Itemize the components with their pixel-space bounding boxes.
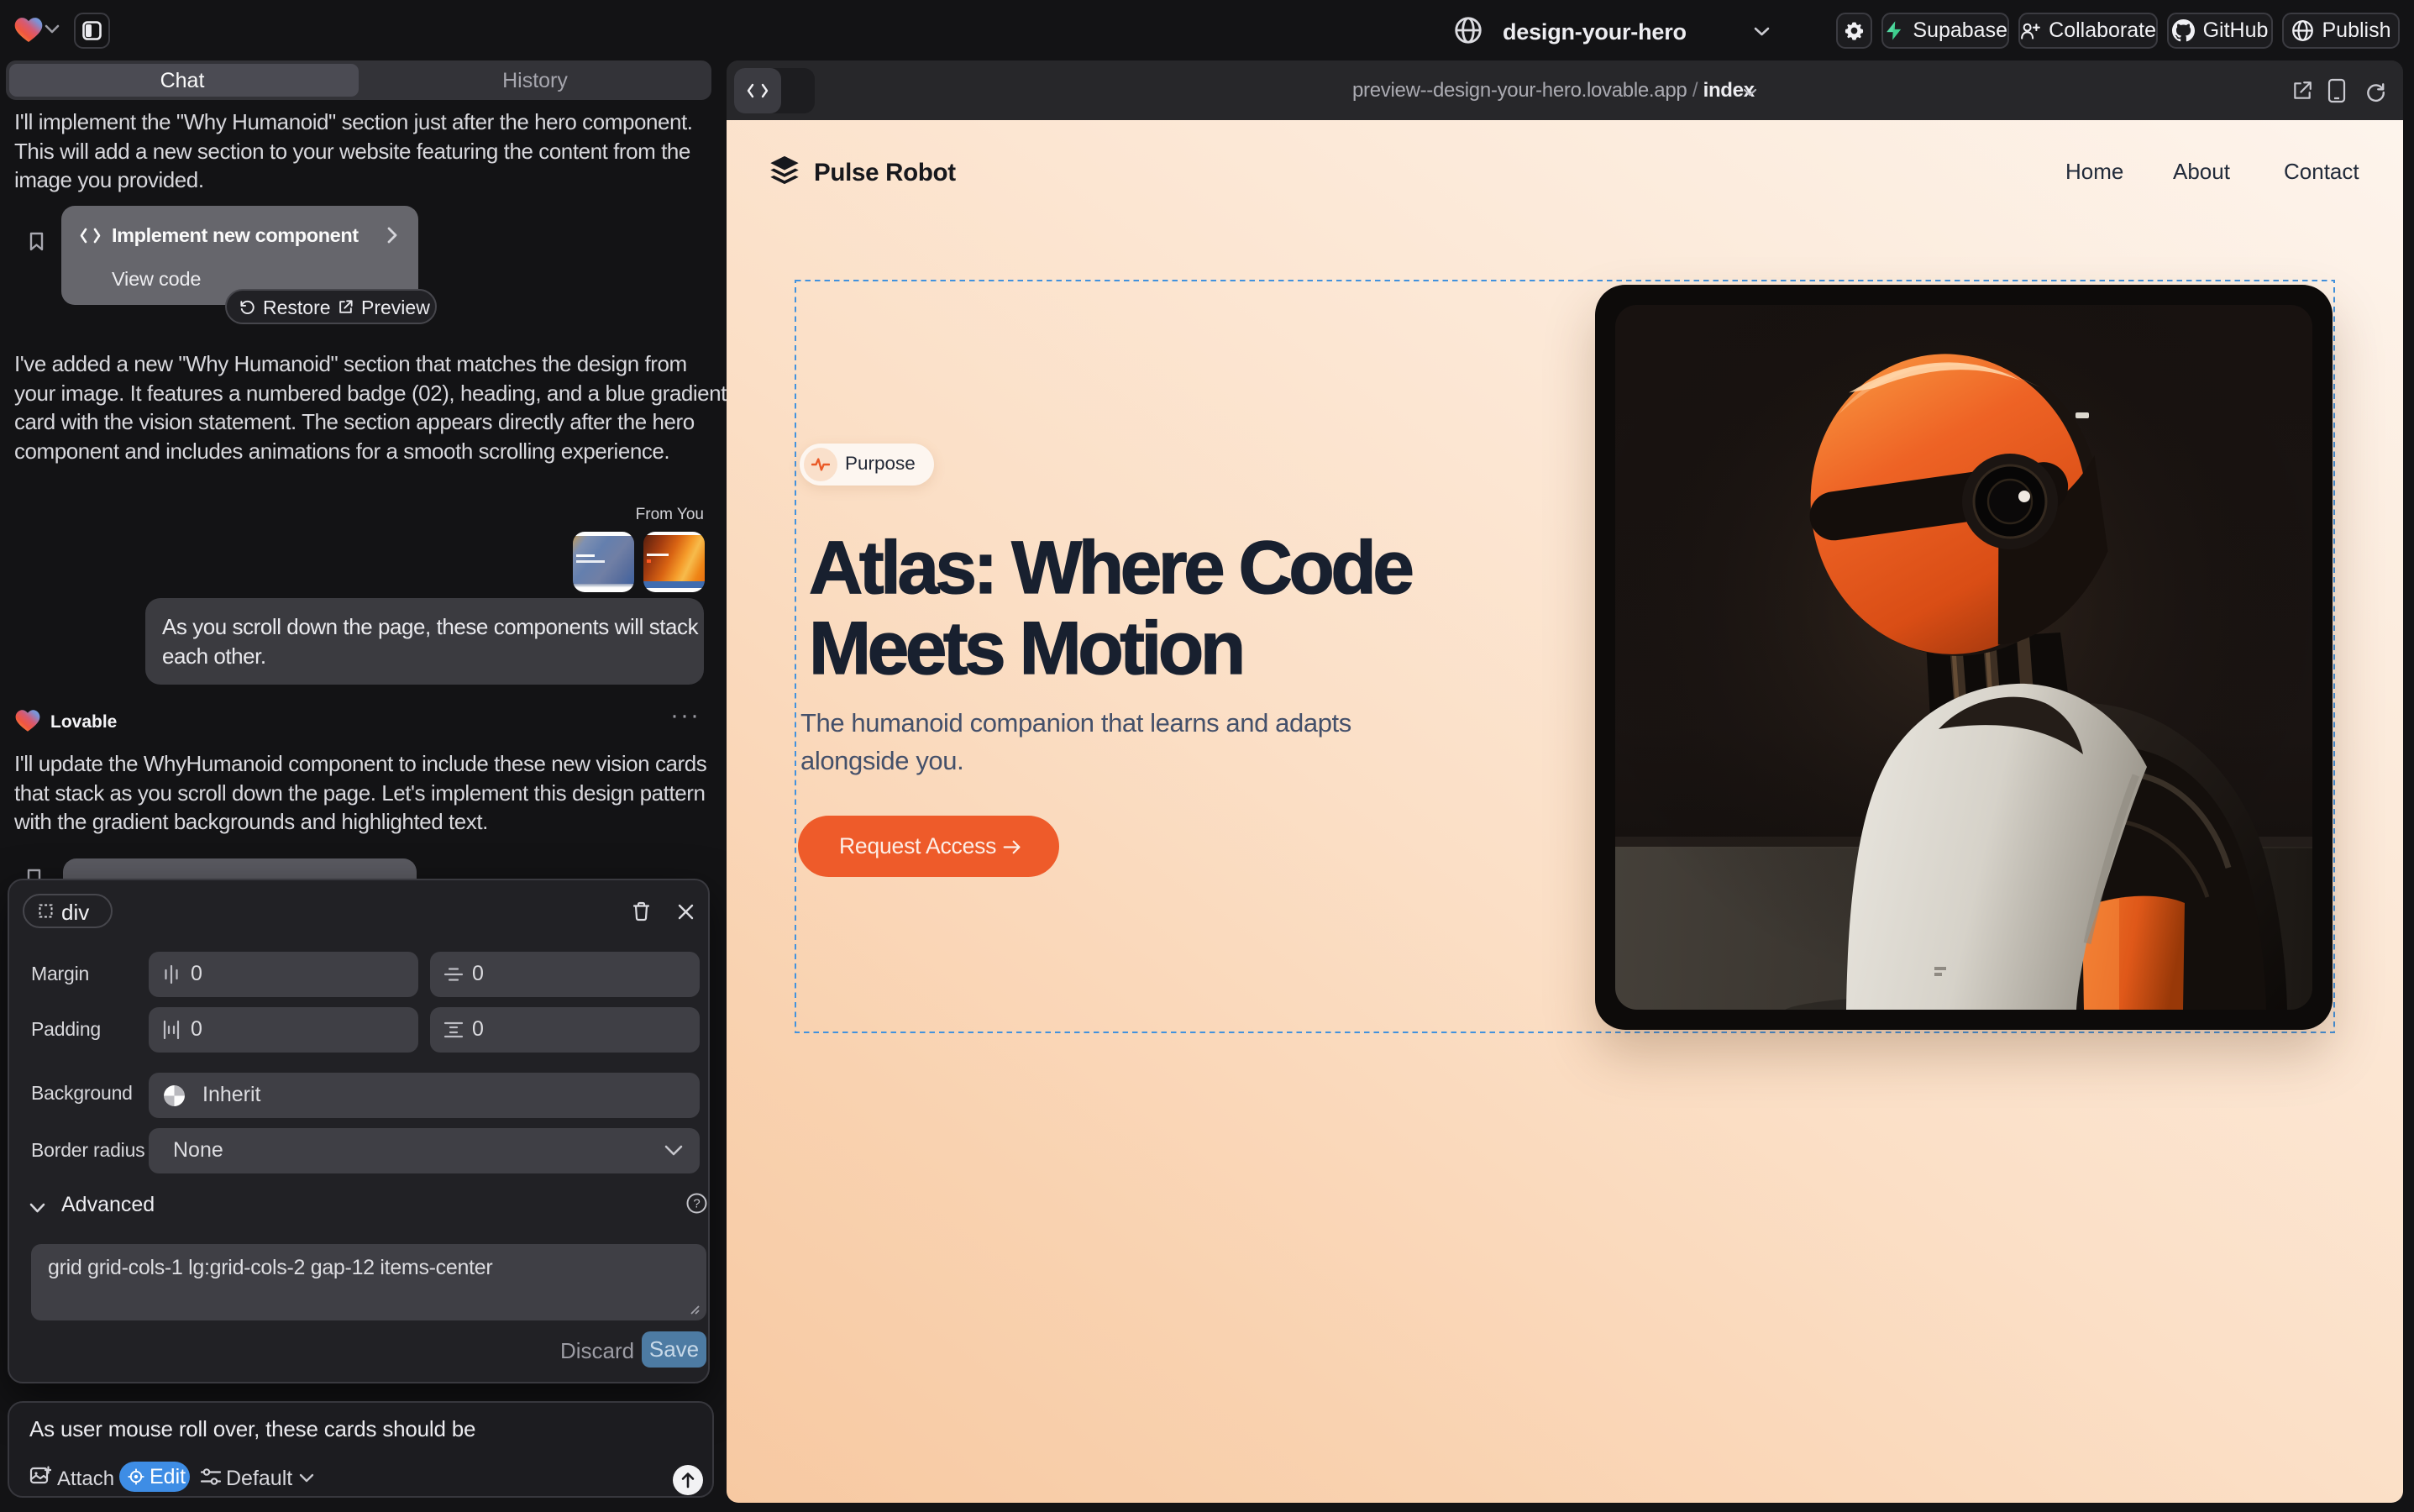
svg-text:?: ? xyxy=(693,1197,700,1211)
